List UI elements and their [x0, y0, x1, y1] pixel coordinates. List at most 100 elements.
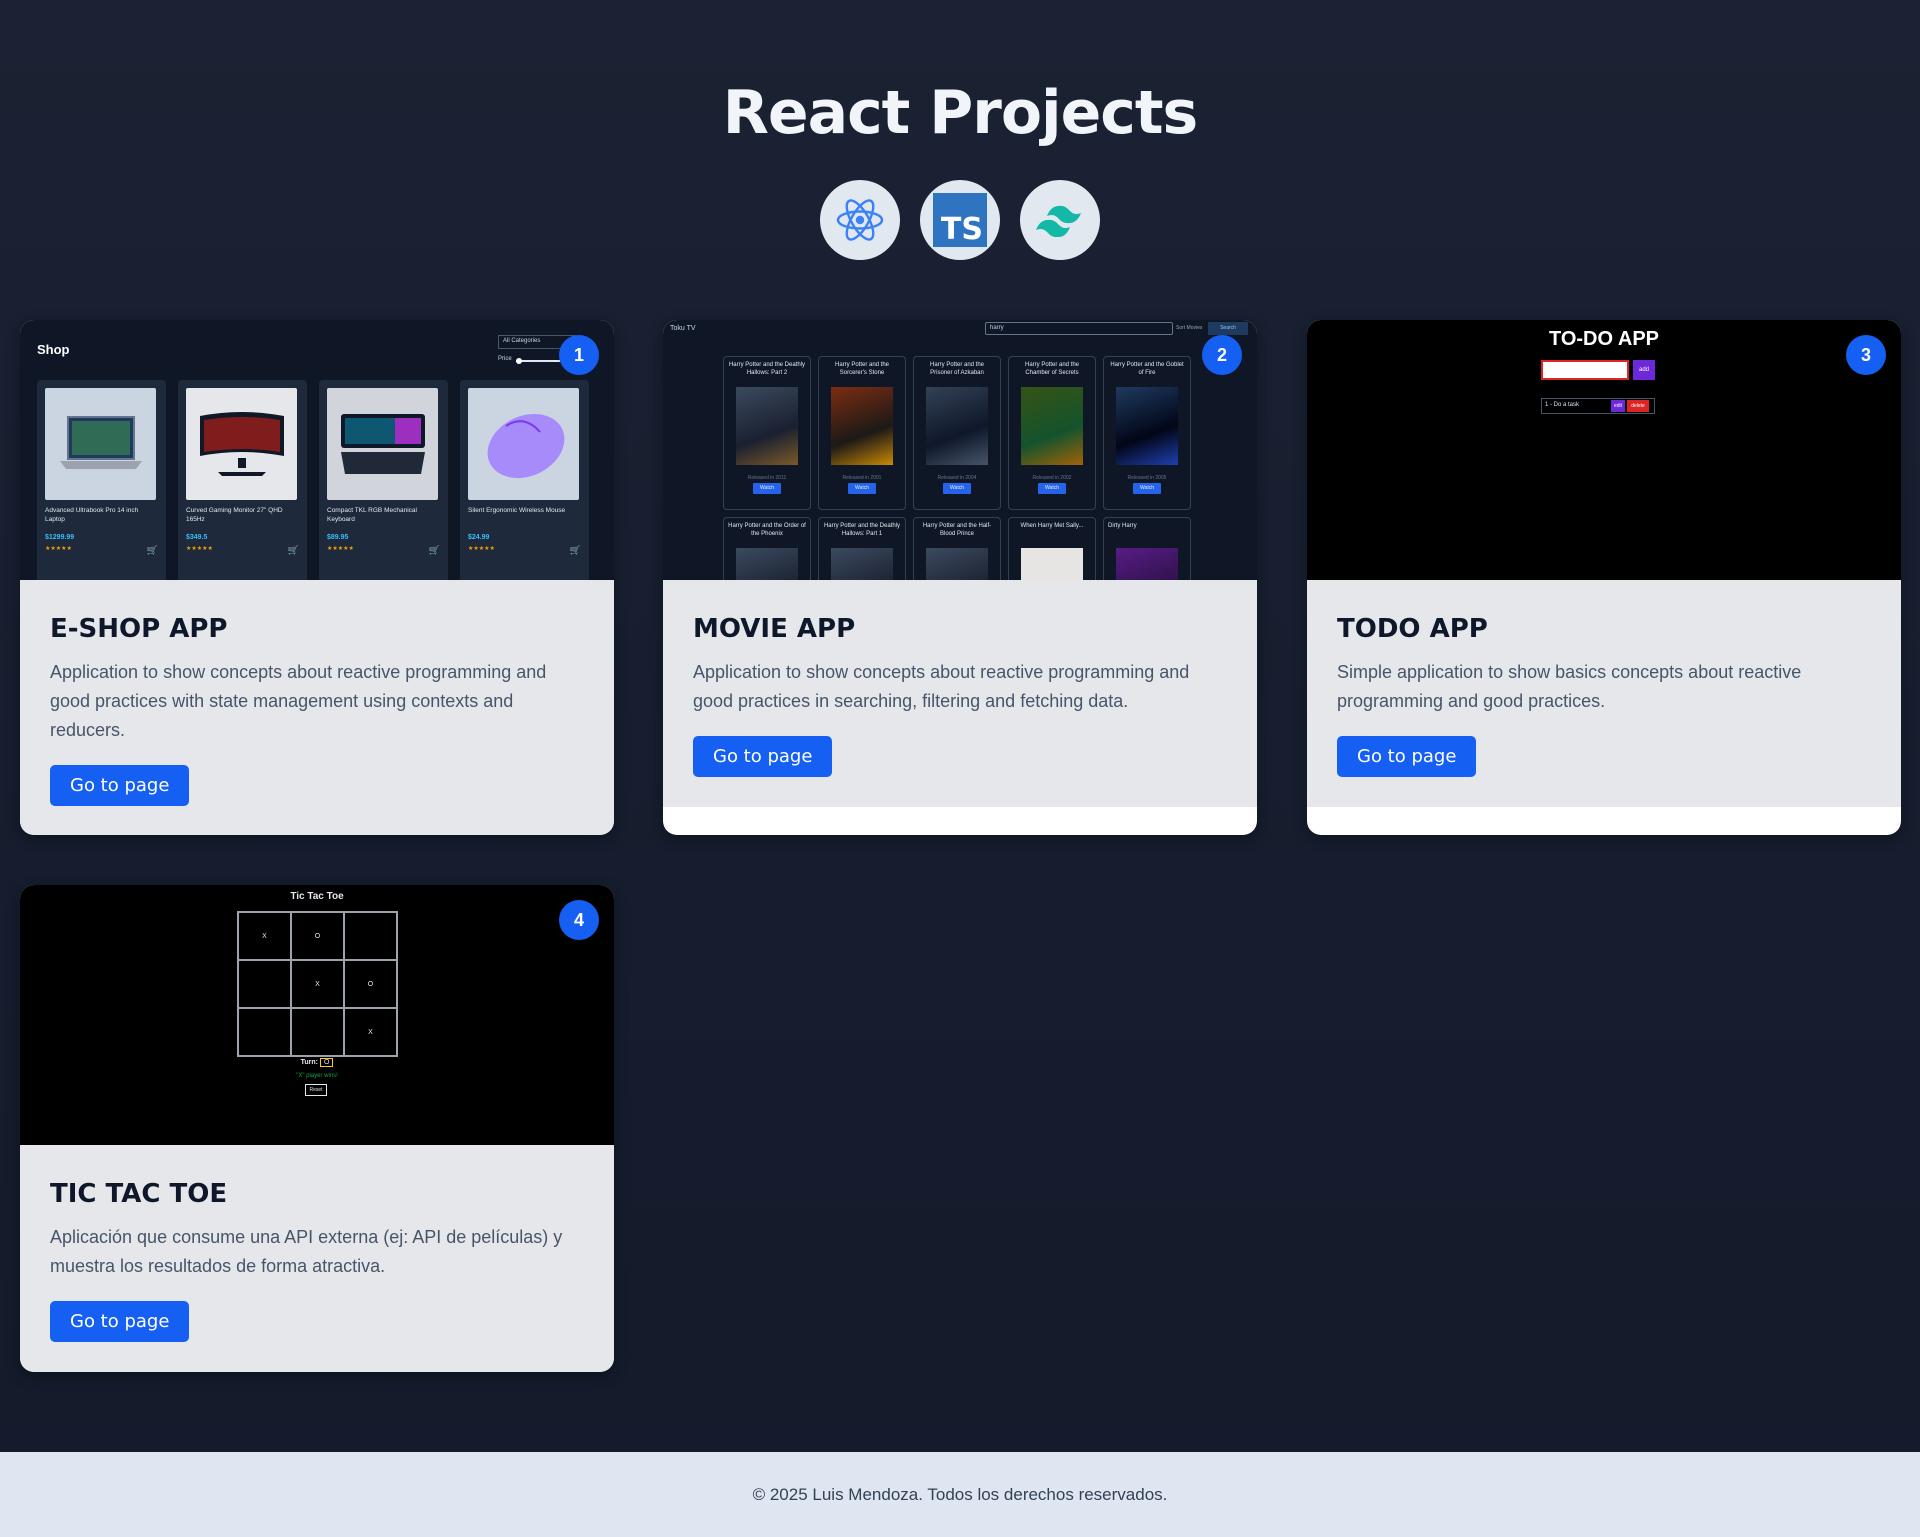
movie-poster [1116, 548, 1178, 580]
cart-icon: 🛒 [569, 545, 581, 555]
product-price: $349.5 [186, 534, 208, 541]
movie-release: Released in 2001 [842, 475, 882, 481]
product-rating: ★★★★★ 🛒 [327, 545, 440, 555]
board-cell: X [238, 912, 291, 960]
product-name: Curved Gaming Monitor 27" QHD 165Hz [186, 507, 283, 523]
react-icon [820, 180, 900, 260]
todo-input [1541, 360, 1629, 380]
movie-title: Harry Potter and the Goblet of Fire [1110, 362, 1184, 376]
project-card-eshop: Shop All Categories Price Advanced Ultra… [20, 320, 614, 835]
price-label: Price [498, 356, 512, 362]
movie-poster [1116, 387, 1178, 465]
todo-heading: TO-DO APP [1548, 328, 1659, 350]
movie-title: When Harry Met Sally... [1020, 523, 1084, 529]
movie-search-button: Search [1208, 322, 1248, 335]
movie-search-input: harry [985, 322, 1173, 335]
todo-edit-button: edit [1611, 400, 1625, 412]
movie-title: Harry Potter and the Prisoner of Azkaban [929, 362, 985, 376]
project-number-badge: 2 [1202, 335, 1242, 375]
watch-button: Watch [1133, 483, 1161, 494]
card-title: E-SHOP APP [50, 614, 228, 644]
price-slider [516, 358, 560, 364]
movie-card: Harry Potter and the Deathly Hallows: Pa… [818, 517, 906, 580]
movie-title: Harry Potter and the Deathly Hallows: Pa… [823, 523, 901, 537]
watch-button: Watch [1038, 483, 1066, 494]
board-cell: X [344, 1008, 397, 1056]
product-price: $1299.99 [45, 534, 75, 541]
product-price: $24.99 [468, 534, 490, 541]
reset-button: Reset [305, 1084, 327, 1096]
movie-release: Released in 2004 [937, 475, 977, 481]
movie-card: Harry Potter and the Deathly Hallows: Pa… [723, 356, 811, 510]
board-cell: X [291, 960, 344, 1008]
card-description: Application to show concepts about react… [693, 662, 1190, 711]
turn-label: Turn: [300, 1059, 318, 1066]
tailwind-icon [1020, 180, 1100, 260]
movie-poster [831, 387, 893, 465]
keyboard-image [327, 388, 438, 500]
board-cell [344, 912, 397, 960]
go-to-page-button[interactable]: Go to page [1337, 736, 1477, 777]
laptop-image [45, 388, 156, 500]
cart-icon: 🛒 [146, 545, 158, 555]
sort-label: Sort Movies [1176, 325, 1203, 331]
board-cell: O [291, 912, 344, 960]
card-body: MOVIE APP Application to show concepts a… [663, 580, 1257, 807]
tech-stack: TS [0, 180, 1920, 260]
movie-brand: Toku TV [670, 325, 696, 332]
movie-poster [926, 548, 988, 580]
card-title: MOVIE APP [693, 614, 856, 644]
movie-poster [926, 387, 988, 465]
typescript-icon: TS [920, 180, 1000, 260]
product-card: Curved Gaming Monitor 27" QHD 165Hz $349… [178, 380, 307, 580]
product-name: Advanced Ultrabook Pro 14 inch Laptop [45, 507, 139, 523]
mouse-image [468, 388, 579, 500]
go-to-page-button[interactable]: Go to page [50, 765, 190, 806]
movie-poster [736, 548, 798, 580]
product-rating: ★★★★★ 🛒 [186, 545, 299, 555]
product-rating: ★★★★★ 🛒 [45, 545, 158, 555]
todo-preview: TO-DO APP add 1 - Do a task edit delete … [1307, 320, 1901, 580]
project-card-movie: Toku TV harry Sort Movies Search Harry P… [663, 320, 1257, 835]
card-description: Aplicación que consume una API externa (… [50, 1227, 563, 1276]
movie-card: Harry Potter and the Half-Blood Prince [913, 517, 1001, 580]
go-to-page-button[interactable]: Go to page [693, 736, 833, 777]
movie-card: Harry Potter and the Sorcerer's Stone Rel… [818, 356, 906, 510]
project-number-badge: 3 [1846, 335, 1886, 375]
movie-card: Dirty Harry [1103, 517, 1191, 580]
product-price: $89.95 [327, 534, 349, 541]
movie-title: Harry Potter and the Deathly Hallows: Pa… [728, 362, 806, 376]
winner-message: "X" player wins! [296, 1073, 338, 1079]
board-cell: O [344, 960, 397, 1008]
board-cell [238, 1008, 291, 1056]
movie-card: Harry Potter and the Goblet of Fire Relea… [1103, 356, 1191, 510]
todo-delete-button: delete [1627, 400, 1649, 412]
watch-button: Watch [943, 483, 971, 494]
product-name: Silent Ergonomic Wireless Mouse [468, 507, 566, 514]
product-list: Advanced Ultrabook Pro 14 inch Laptop $1… [37, 380, 589, 580]
card-description: Application to show concepts about react… [50, 662, 547, 740]
go-to-page-button[interactable]: Go to page [50, 1301, 190, 1342]
ttt-heading: Tic Tac Toe [290, 891, 344, 902]
movie-card: When Harry Met Sally... [1008, 517, 1096, 580]
todo-add-button: add [1633, 360, 1655, 380]
board-cell [238, 960, 291, 1008]
movie-release: Released in 2005 [1127, 475, 1167, 481]
product-rating: ★★★★★ 🛒 [468, 545, 581, 555]
card-body: TODO APP Simple application to show basi… [1307, 580, 1901, 807]
eshop-preview: Shop All Categories Price Advanced Ultra… [20, 320, 614, 580]
ttt-board: X O X O X [237, 911, 398, 1057]
footer: © 2025 Luis Mendoza. Todos los derechos … [0, 1452, 1920, 1537]
watch-button: Watch [848, 483, 876, 494]
page-title: React Projects [722, 78, 1199, 148]
cart-icon: 🛒 [428, 545, 440, 555]
project-number-badge: 4 [559, 900, 599, 940]
product-card: Silent Ergonomic Wireless Mouse $24.99 ★… [460, 380, 589, 580]
product-name: Compact TKL RGB Mechanical Keyboard [327, 507, 417, 523]
movie-poster [736, 387, 798, 465]
movie-poster [1021, 387, 1083, 465]
project-number-badge: 1 [559, 335, 599, 375]
tictactoe-preview: Tic Tac Toe X O X O X Turn: O "X" player … [20, 885, 614, 1145]
card-title: TODO APP [1337, 614, 1488, 644]
card-body: E-SHOP APP Application to show concepts … [20, 580, 614, 835]
